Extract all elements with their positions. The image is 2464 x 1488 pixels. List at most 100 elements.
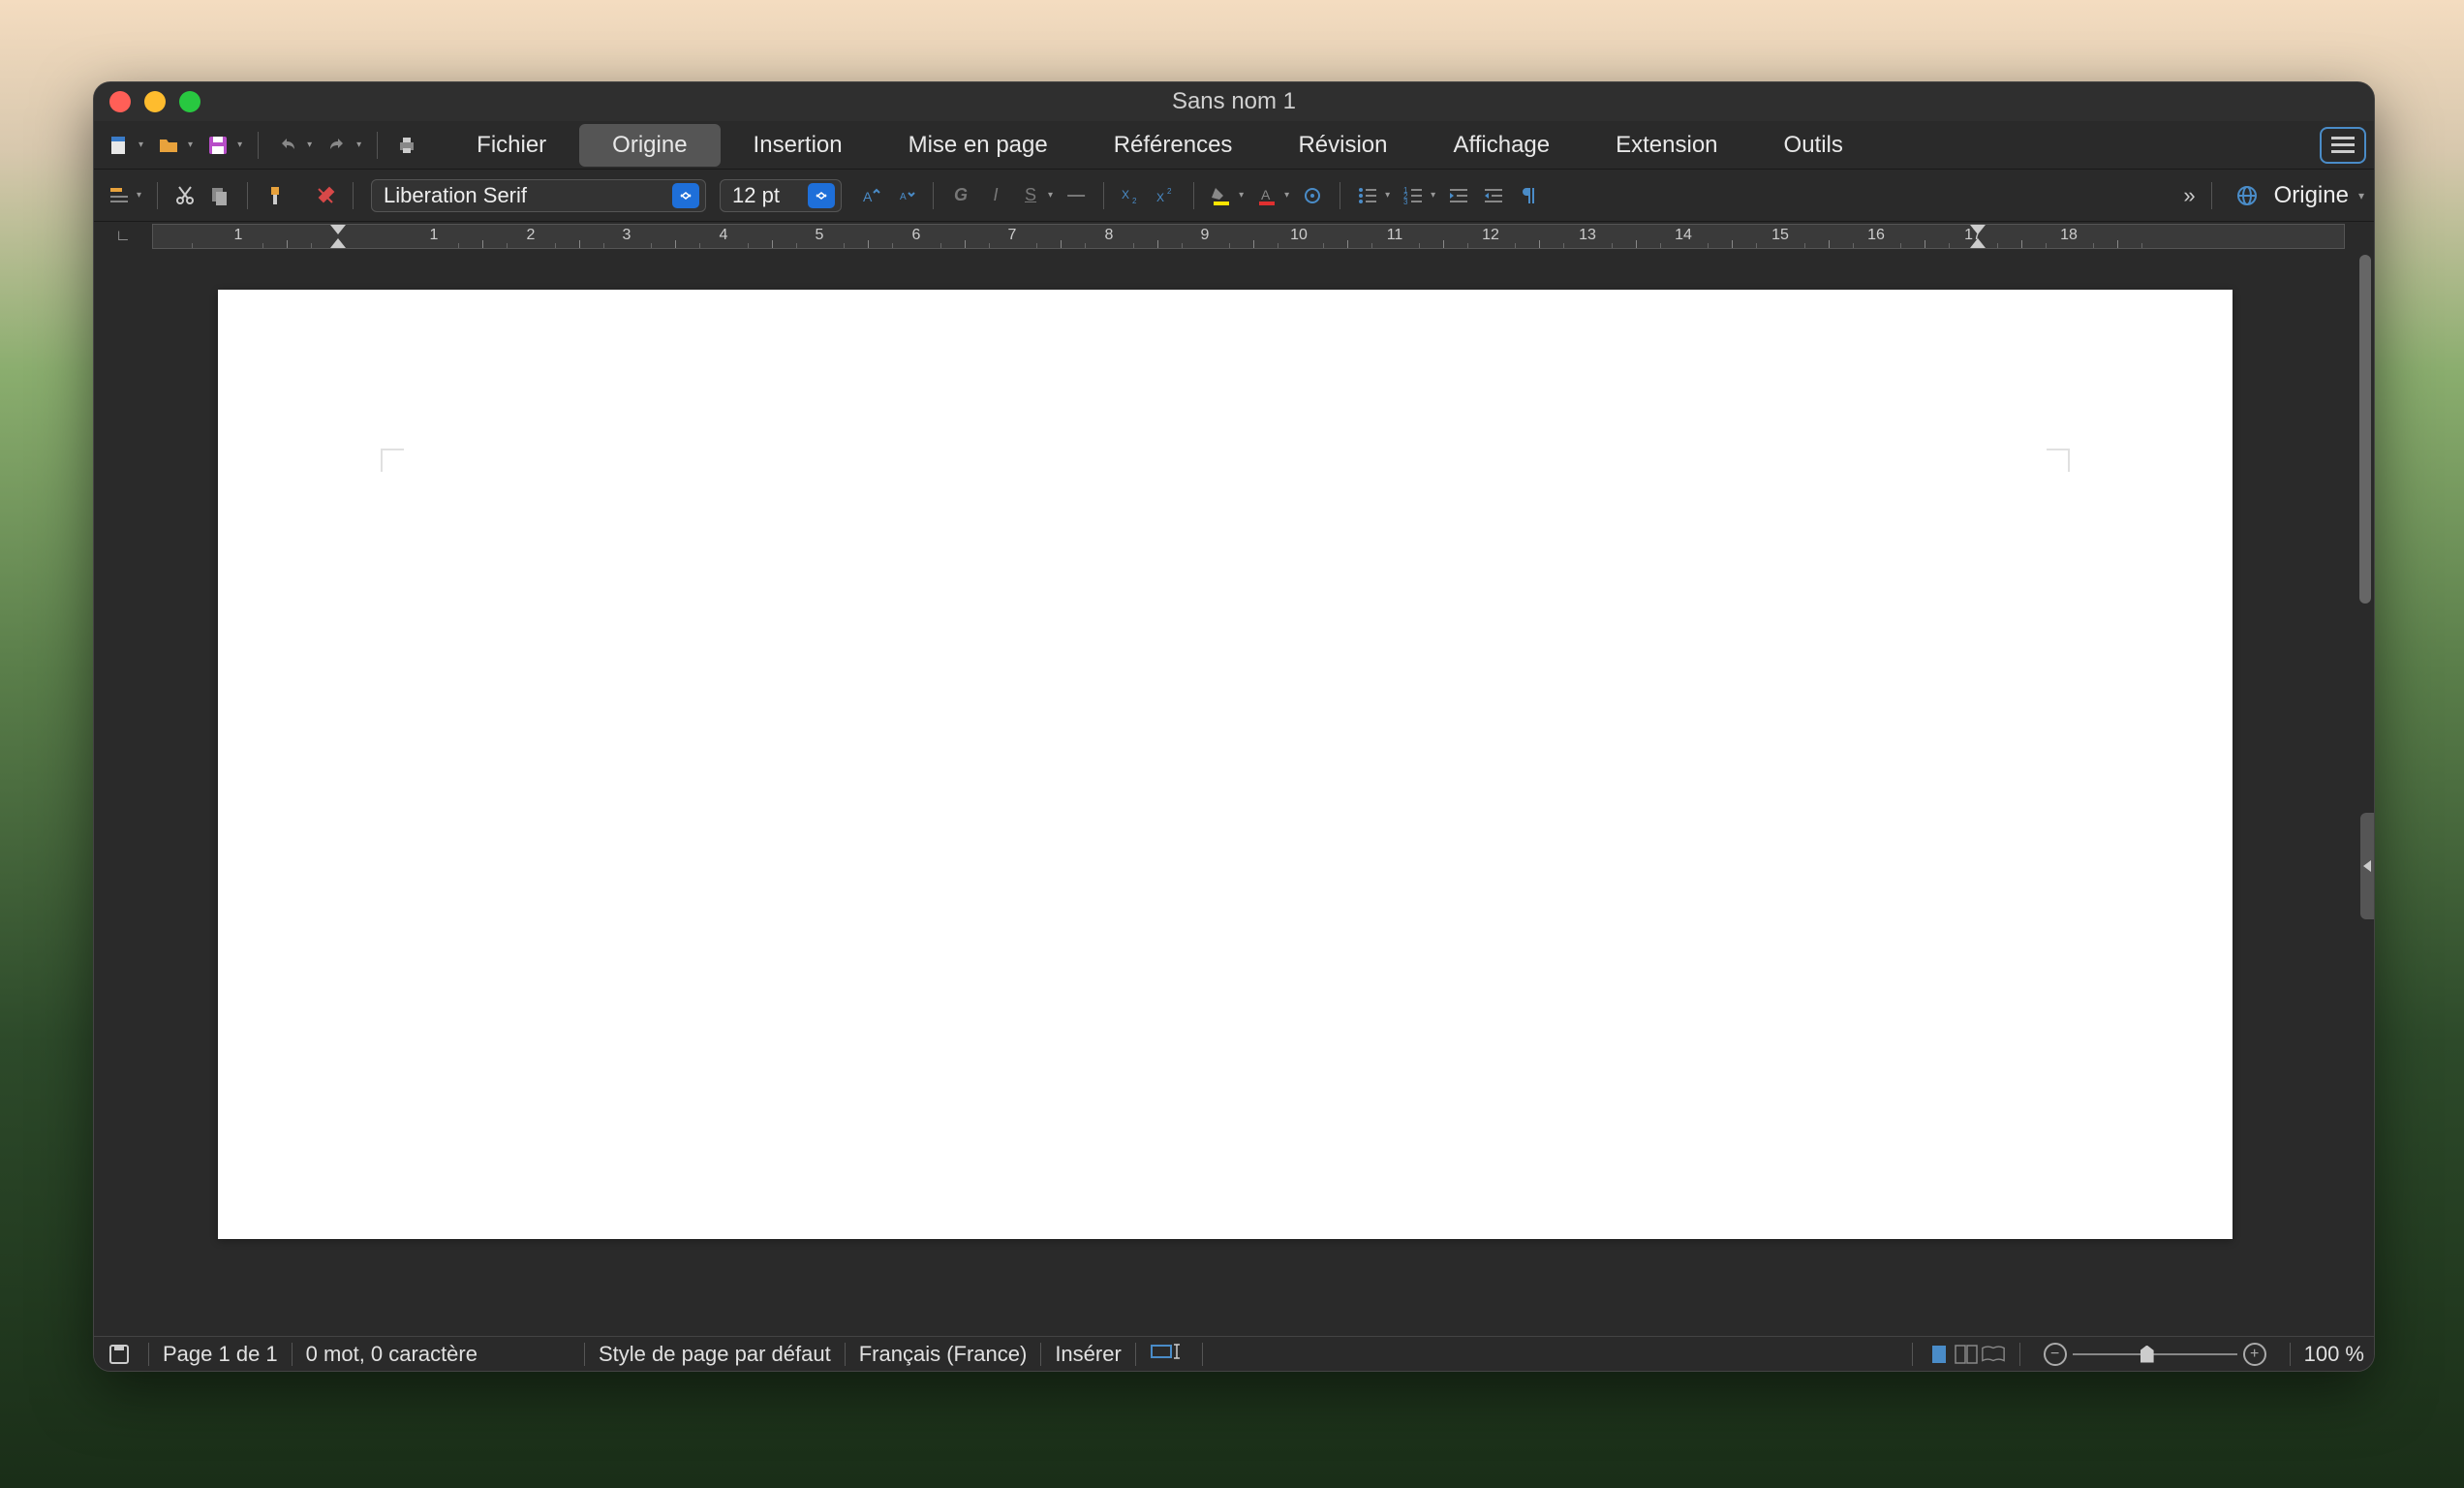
font-size-value: 12 pt — [732, 183, 800, 208]
font-name-dropdown-icon[interactable] — [672, 183, 699, 208]
non-printing-chars-icon[interactable] — [1513, 180, 1544, 211]
decrease-font-icon[interactable]: A — [890, 180, 921, 211]
separator — [933, 182, 934, 209]
origin-label-text: Origine — [2274, 182, 2349, 209]
print-icon[interactable] — [389, 128, 424, 163]
font-size-select[interactable]: 12 pt — [720, 179, 842, 212]
redo-dropdown[interactable]: ▾ — [356, 140, 361, 150]
superscript-icon[interactable]: X2 — [1151, 180, 1182, 211]
zoom-percent[interactable]: 100 % — [2304, 1342, 2364, 1367]
font-size-dropdown-icon[interactable] — [808, 183, 835, 208]
bold-icon[interactable]: G — [945, 180, 976, 211]
menu-tab-extension[interactable]: Extension — [1583, 124, 1750, 167]
separator — [584, 1343, 585, 1366]
underline-icon[interactable]: S — [1015, 180, 1046, 211]
clone-formatting-icon[interactable] — [260, 180, 291, 211]
page-style-status[interactable]: Style de page par défaut — [599, 1342, 831, 1367]
status-bar: Page 1 de 1 0 mot, 0 caractère Style de … — [94, 1336, 2374, 1371]
menu-tab-insertion[interactable]: Insertion — [721, 124, 876, 167]
copy-icon[interactable] — [204, 180, 235, 211]
separator — [353, 182, 354, 209]
zoom-out-icon[interactable]: − — [2044, 1343, 2067, 1366]
new-document-icon[interactable] — [102, 128, 137, 163]
zoom-slider-track[interactable] — [2073, 1353, 2237, 1355]
menu-tab-fichier[interactable]: Fichier — [444, 124, 579, 167]
paragraph-style-dropdown[interactable]: ▾ — [137, 190, 141, 201]
ruler-number: 5 — [816, 227, 824, 244]
save-document-dropdown[interactable]: ▾ — [237, 140, 242, 150]
undo-icon[interactable] — [270, 128, 305, 163]
multi-page-view-icon[interactable] — [1954, 1343, 1979, 1366]
origin-dropdown[interactable]: Origine ▾ — [2274, 182, 2364, 209]
font-name-select[interactable]: Liberation Serif — [371, 179, 706, 212]
menu-tab-affichage[interactable]: Affichage — [1420, 124, 1583, 167]
bullet-list-dropdown[interactable]: ▾ — [1385, 190, 1390, 201]
document-page[interactable] — [218, 290, 2233, 1239]
toolbar-overflow-icon[interactable]: » — [2183, 183, 2191, 208]
titlebar: Sans nom 1 — [94, 82, 2374, 121]
italic-icon[interactable]: I — [980, 180, 1011, 211]
sidebar-toggle-icon[interactable] — [2360, 813, 2374, 919]
open-document-icon[interactable] — [151, 128, 186, 163]
zoom-slider-thumb[interactable] — [2141, 1346, 2154, 1363]
increase-font-icon[interactable]: A — [855, 180, 886, 211]
decrease-indent-icon[interactable] — [1478, 180, 1509, 211]
formatting-toolbar: ▾ Liberation Serif 12 pt — [94, 170, 2374, 222]
menu-tab-revision[interactable]: Révision — [1265, 124, 1420, 167]
new-document-dropdown[interactable]: ▾ — [139, 140, 143, 150]
clear-formatting-icon[interactable] — [310, 180, 341, 211]
single-page-view-icon[interactable] — [1926, 1343, 1952, 1366]
cut-icon[interactable] — [169, 180, 200, 211]
window-maximize-button[interactable] — [179, 91, 200, 112]
character-settings-icon[interactable] — [1297, 180, 1328, 211]
language-status[interactable]: Français (France) — [859, 1342, 1028, 1367]
menu-tab-references[interactable]: Références — [1081, 124, 1266, 167]
hamburger-menu-icon[interactable] — [2320, 127, 2366, 164]
menu-tab-origine[interactable]: Origine — [579, 124, 720, 167]
menu-tabs: Fichier Origine Insertion Mise en page R… — [444, 124, 1876, 167]
selection-mode-status[interactable] — [1150, 1342, 1188, 1367]
paragraph-style-icon[interactable] — [104, 180, 135, 211]
bullet-list-icon[interactable] — [1352, 180, 1383, 211]
increase-indent-icon[interactable] — [1443, 180, 1474, 211]
document-scroll[interactable] — [94, 251, 2356, 1336]
menu-tab-outils[interactable]: Outils — [1751, 124, 1876, 167]
underline-dropdown[interactable]: ▾ — [1048, 190, 1053, 201]
separator — [1202, 1343, 1203, 1366]
subscript-icon[interactable]: X2 — [1116, 180, 1147, 211]
zoom-in-icon[interactable]: + — [2243, 1343, 2266, 1366]
save-status-icon[interactable] — [104, 1339, 135, 1370]
globe-icon[interactable] — [2232, 180, 2263, 211]
separator — [148, 1343, 149, 1366]
open-document-dropdown[interactable]: ▾ — [188, 140, 193, 150]
book-view-icon[interactable] — [1981, 1343, 2006, 1366]
window-minimize-button[interactable] — [144, 91, 166, 112]
save-document-icon[interactable] — [200, 128, 235, 163]
ruler-number: 11 — [1387, 227, 1403, 244]
word-count-status[interactable]: 0 mot, 0 caractère — [306, 1342, 477, 1367]
ruler-number: 2 — [527, 227, 536, 244]
strikethrough-icon[interactable]: — — [1061, 180, 1092, 211]
redo-icon[interactable] — [320, 128, 354, 163]
window-close-button[interactable] — [109, 91, 131, 112]
highlight-color-dropdown[interactable]: ▾ — [1239, 190, 1244, 201]
numbered-list-dropdown[interactable]: ▾ — [1431, 190, 1435, 201]
undo-dropdown[interactable]: ▾ — [307, 140, 312, 150]
ruler-number: 13 — [1579, 227, 1596, 244]
insert-mode-status[interactable]: Insérer — [1055, 1342, 1121, 1367]
vertical-scrollbar-thumb[interactable] — [2359, 255, 2371, 604]
ruler-number: 1 — [234, 227, 243, 244]
menu-bar: ▾ ▾ ▾ ▾ ▾ Fichier Origin — [94, 121, 2374, 170]
horizontal-ruler[interactable]: 1123456789101112131415161718 — [152, 224, 2345, 249]
left-indent-marker[interactable] — [330, 238, 346, 248]
vertical-scrollbar[interactable] — [2356, 251, 2374, 1336]
page-count-status[interactable]: Page 1 de 1 — [163, 1342, 278, 1367]
svg-text:3: 3 — [1403, 198, 1408, 206]
font-color-icon[interactable]: A — [1251, 180, 1282, 211]
highlight-color-icon[interactable] — [1206, 180, 1237, 211]
numbered-list-icon[interactable]: 123 — [1398, 180, 1429, 211]
first-line-indent-marker[interactable] — [330, 225, 346, 234]
ruler-number: 6 — [912, 227, 921, 244]
menu-tab-mise-en-page[interactable]: Mise en page — [876, 124, 1081, 167]
font-color-dropdown[interactable]: ▾ — [1284, 190, 1289, 201]
